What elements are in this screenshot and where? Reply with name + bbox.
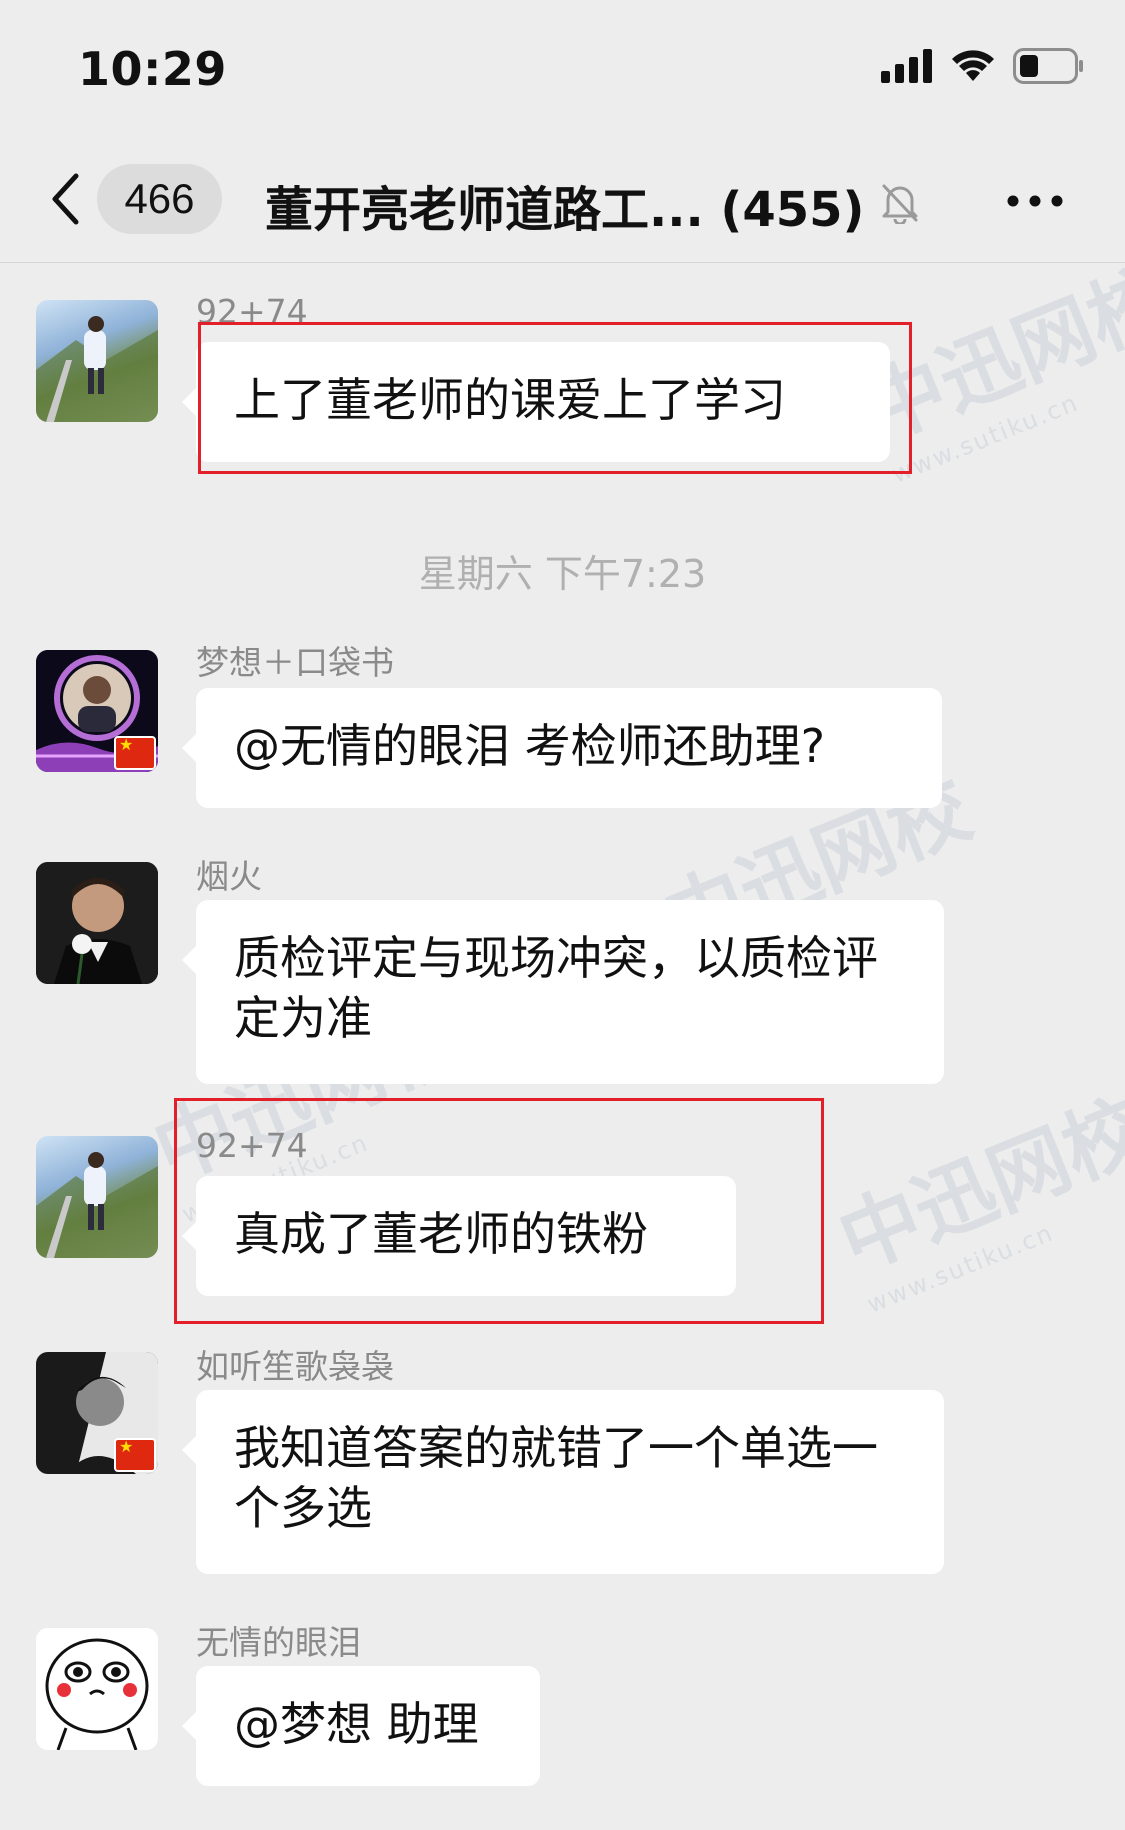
status-time: 10:29 <box>78 42 227 96</box>
avatar[interactable] <box>36 1628 158 1750</box>
status-icons <box>881 48 1085 84</box>
chevron-left-icon <box>52 173 79 225</box>
watermark: 中迅网校www.sutiku.cn <box>826 1081 1125 1319</box>
avatar[interactable] <box>36 1352 158 1474</box>
status-bar: 10:29 <box>0 0 1125 140</box>
chat-header: 466 董开亮老师道路工... (455) <box>0 140 1125 263</box>
battery-icon <box>1013 48 1083 84</box>
unread-count-badge[interactable]: 466 <box>97 164 222 234</box>
suit-rose-avatar-image <box>36 862 158 984</box>
mute-bell-icon <box>882 184 918 224</box>
sender-name: 梦想＋口袋书 <box>196 643 394 682</box>
chat-title[interactable]: 董开亮老师道路工... (455) <box>265 170 865 240</box>
avatar[interactable] <box>36 300 158 422</box>
sender-name: 烟火 <box>196 857 262 896</box>
sender-name: 无情的眼泪 <box>196 1623 361 1662</box>
more-dots-icon <box>1007 195 1063 207</box>
message-bubble[interactable]: @无情的眼泪 考检师还助理? <box>182 688 942 808</box>
message-bubble[interactable]: 真成了董老师的铁粉 <box>182 1176 736 1296</box>
cellular-signal-icon <box>881 49 932 83</box>
landscape-avatar-image <box>36 316 158 422</box>
more-options-button[interactable] <box>1000 176 1070 226</box>
avatar[interactable] <box>36 650 158 772</box>
back-button[interactable] <box>40 168 90 230</box>
sender-name: 92+74 <box>196 292 308 331</box>
avatar[interactable] <box>36 862 158 984</box>
message-bubble[interactable]: @梦想 助理 <box>182 1666 540 1786</box>
message-bubble[interactable]: 质检评定与现场冲突，以质检评定为准 <box>182 900 944 1084</box>
sender-name: 如听笙歌袅袅 <box>196 1347 394 1386</box>
message-bubble[interactable]: 上了董老师的课爱上了学习 <box>182 342 890 462</box>
sender-name: 92+74 <box>196 1126 308 1165</box>
landscape-avatar-image <box>36 1152 158 1258</box>
wifi-icon <box>952 50 994 81</box>
flag-badge-icon <box>114 735 156 770</box>
flag-badge-icon <box>114 1437 156 1472</box>
cartoon-face-avatar-image <box>36 1628 158 1750</box>
time-separator: 星期六 下午7:23 <box>418 552 707 596</box>
message-bubble[interactable]: 我知道答案的就错了一个单选一个多选 <box>182 1390 944 1574</box>
avatar[interactable] <box>36 1136 158 1258</box>
